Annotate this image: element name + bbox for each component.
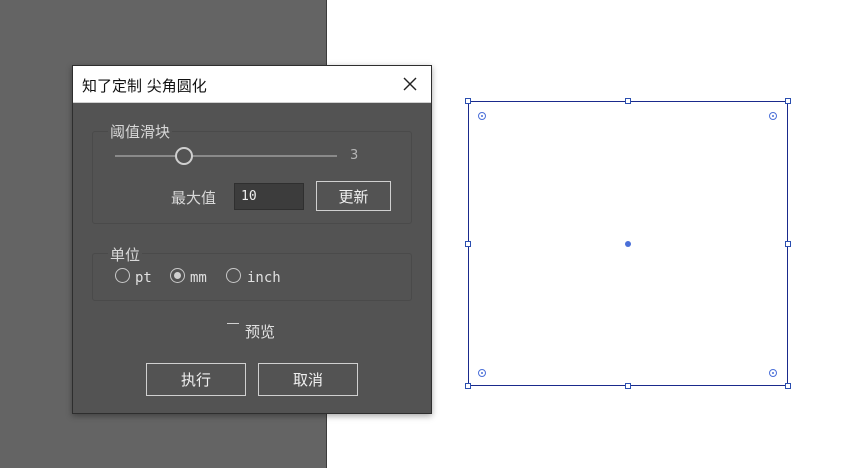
unit-radio-inch[interactable] xyxy=(226,268,241,283)
unit-radio-pt-label[interactable]: pt xyxy=(135,270,152,286)
corner-widget-bottom-left[interactable] xyxy=(478,369,486,377)
handle-top-right[interactable] xyxy=(785,98,791,104)
dialog-title: 知了定制 尖角圆化 xyxy=(82,77,207,95)
preview-checkbox[interactable] xyxy=(227,323,239,336)
close-button[interactable] xyxy=(399,73,421,95)
cancel-button[interactable]: 取消 xyxy=(258,363,358,396)
handle-middle-left[interactable] xyxy=(465,241,471,247)
center-point xyxy=(625,241,631,247)
close-icon xyxy=(403,77,417,91)
round-corners-dialog: 知了定制 尖角圆化 阈值滑块 3 最大值 更新 单位 pt mm inch 预览… xyxy=(72,65,432,414)
threshold-slider-value: 3 xyxy=(350,148,359,163)
preview-label[interactable]: 预览 xyxy=(245,321,275,342)
update-button[interactable]: 更新 xyxy=(316,181,391,211)
unit-radio-mm[interactable] xyxy=(170,268,185,283)
dialog-titlebar[interactable]: 知了定制 尖角圆化 xyxy=(73,66,431,103)
corner-widget-bottom-right[interactable] xyxy=(769,369,777,377)
max-value-input[interactable] xyxy=(234,183,304,210)
threshold-slider-thumb[interactable] xyxy=(174,147,193,165)
corner-widget-top-left[interactable] xyxy=(478,112,486,120)
unit-radio-pt[interactable] xyxy=(115,268,130,283)
corner-widget-top-right[interactable] xyxy=(769,112,777,120)
handle-bottom-right[interactable] xyxy=(785,383,791,389)
threshold-slider-track[interactable] xyxy=(115,155,337,157)
unit-radio-mm-label[interactable]: mm xyxy=(190,270,207,286)
handle-bottom-left[interactable] xyxy=(465,383,471,389)
unit-group-label: 单位 xyxy=(108,244,143,265)
execute-button[interactable]: 执行 xyxy=(146,363,246,396)
unit-radio-inch-label[interactable]: inch xyxy=(247,270,281,286)
max-value-label: 最大值 xyxy=(171,189,217,207)
handle-bottom-middle[interactable] xyxy=(625,383,631,389)
threshold-group-label: 阈值滑块 xyxy=(108,121,173,142)
handle-top-middle[interactable] xyxy=(625,98,631,104)
handle-top-left[interactable] xyxy=(465,98,471,104)
handle-middle-right[interactable] xyxy=(785,241,791,247)
